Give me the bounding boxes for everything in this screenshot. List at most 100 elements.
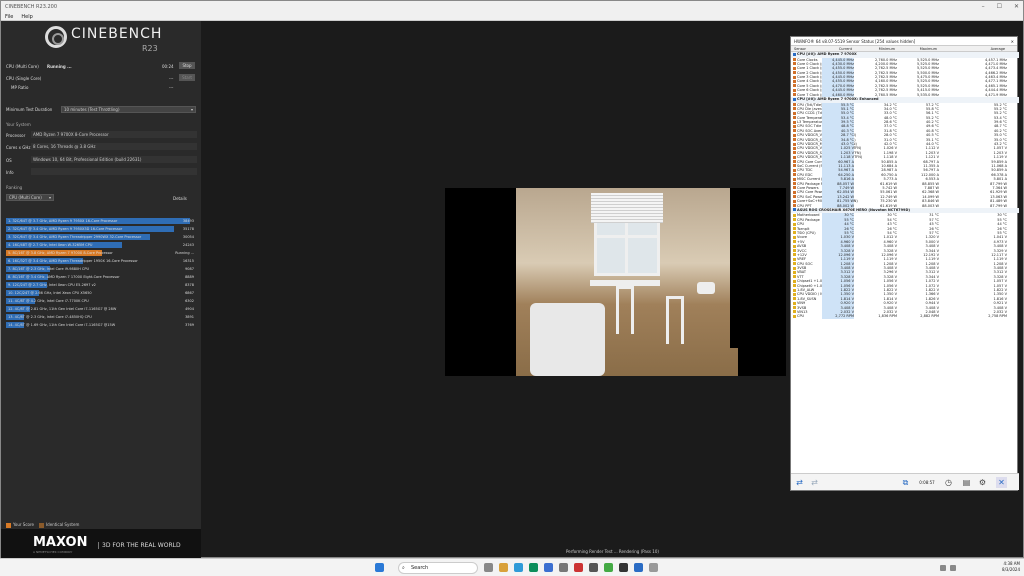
network-icon[interactable]: ⧉	[900, 477, 911, 488]
file-explorer-icon[interactable]	[499, 563, 508, 572]
min-test-select[interactable]: 10 minutes (Test Throttling) ▾	[61, 106, 196, 113]
ranking-row[interactable]: 13. 4C/8T @ 2.3 GHz, Intel Core i7-4850H…	[6, 314, 196, 320]
details-button[interactable]: Details	[173, 196, 187, 201]
ranking-name: 10. 12C/24T @ 2.66 GHz, Intel Xeon CPU X…	[8, 291, 92, 295]
ranking-row[interactable]: 12. 4C/8T @ 2.81 GHz, 11th Gen Intel Cor…	[6, 306, 196, 312]
ranking-row[interactable]: 10. 12C/24T @ 2.66 GHz, Intel Xeon CPU X…	[6, 290, 196, 296]
sensor-icon	[793, 173, 796, 177]
info-label: Info	[6, 170, 14, 175]
sensor-icon	[793, 235, 796, 239]
task-view-icon[interactable]	[484, 563, 493, 572]
sensor-icon	[793, 58, 796, 61]
start-icon[interactable]	[375, 563, 384, 572]
ranking-row[interactable]: 8. 8C/16T @ 3.4 GHz, AMD Ryzen 7 1700X E…	[6, 274, 196, 280]
sensor-name: 3VSB	[797, 305, 807, 310]
sensor-icon	[793, 218, 796, 222]
sensor-icon	[793, 116, 796, 120]
app-icon[interactable]	[559, 563, 568, 572]
clock-icon[interactable]: ◷	[943, 477, 954, 488]
nav-arrows-icon[interactable]: ⇄	[809, 477, 820, 488]
app-icon[interactable]	[589, 563, 598, 572]
sensor-name: ASUS ROG CROSSHAIR X670E HERO (Nuvoton N…	[797, 207, 910, 212]
app-icon[interactable]	[604, 563, 613, 572]
sensor-icon	[793, 146, 796, 150]
sensor-icon	[793, 292, 796, 296]
ranking-row[interactable]: 6. 16C/32T @ 3.4 GHz, AMD Ryzen Threadri…	[6, 258, 196, 264]
menu-file[interactable]: File	[5, 13, 13, 20]
start-button[interactable]: Start	[179, 74, 195, 81]
nav-arrows-icon[interactable]: ⇄	[794, 477, 805, 488]
sensor-row[interactable]: CPU 2,772 RPM 1,836 RPM 2,882 RPM 2,758 RPM	[791, 314, 1019, 319]
sensor-icon	[793, 213, 796, 217]
ranking-name: 9. 12C/24T @ 2.7 GHz, Intel Xeon CPU E5-…	[8, 283, 96, 287]
sensor-icon	[793, 199, 796, 203]
sensor-name: Core Powers	[797, 185, 819, 190]
sensor-value: 1,836 RPM	[878, 314, 897, 319]
search-input[interactable]: ⌕ Search	[398, 562, 478, 574]
ranking-name: 5. 8C/16T @ 3.8 GHz, AMD Ryzen 7 9700X 8…	[8, 251, 113, 255]
min-test-label: Minimum Test Duration	[6, 107, 53, 112]
render-status: Performing Render Test ... Rendering (Pa…	[566, 549, 659, 554]
ranking-row[interactable]: 4. 16C/48T @ 2.7 GHz, Intel Xeon W-3265M…	[6, 242, 196, 248]
ranking-name: 2. 32C/64T @ 3.4 GHz, AMD Ryzen 9 7950X3…	[8, 227, 123, 231]
sensor-name: CPU PPT	[797, 203, 812, 208]
ranking-score: 35178	[182, 227, 194, 231]
menu-help[interactable]: Help	[21, 13, 32, 20]
ranking-row[interactable]: 11. 4C/8T @ 4.2 GHz, Intel Core i7-7700K…	[6, 298, 196, 304]
ranking-row[interactable]: 14. 4C/8T @ 1.69 GHz, 11th Gen Intel Cor…	[6, 322, 196, 328]
close-icon[interactable]: ✕	[1011, 37, 1014, 46]
app-icon[interactable]	[649, 563, 658, 572]
brand-name: CINEBENCH	[71, 26, 163, 42]
minimize-icon[interactable]: –	[982, 1, 985, 13]
ranking-row[interactable]: 9. 12C/24T @ 2.7 GHz, Intel Xeon CPU E5-…	[6, 282, 196, 288]
edge-icon[interactable]	[514, 563, 523, 572]
cinebench-logo-icon	[45, 26, 67, 48]
report-icon[interactable]: ▤	[961, 477, 972, 488]
close-icon[interactable]: ✕	[1014, 1, 1019, 13]
gear-icon[interactable]: ⚙	[977, 477, 988, 488]
sensor-value: 2,758 RPM	[988, 314, 1007, 319]
network-tray-icon[interactable]	[940, 565, 946, 571]
volume-tray-icon[interactable]	[950, 565, 956, 571]
store-icon[interactable]	[544, 563, 553, 572]
close-icon[interactable]: ✕	[996, 477, 1007, 488]
slogan: 3D FOR THE REAL WORLD	[98, 542, 181, 549]
ranking-row[interactable]: 7. 8C/16T @ 2.3 GHz, Intel Core i9-9880H…	[6, 266, 196, 272]
info-field[interactable]	[31, 168, 197, 175]
sensor-name: CPU	[797, 314, 805, 319]
ranking-select[interactable]: CPU (Multi Core) ▾	[6, 194, 54, 201]
sensor-icon	[793, 182, 796, 186]
maximize-icon[interactable]: ☐	[997, 1, 1002, 13]
cores-value: 8 Cores, 16 Threads @ 3.8 GHz	[31, 143, 197, 150]
sensor-name: CPU (Tctl/Tdie)	[797, 102, 823, 107]
sensor-icon	[793, 107, 796, 111]
chip-icon	[793, 208, 796, 212]
hwinfo-taskbar-icon[interactable]	[634, 563, 643, 572]
sensor-name: 1.8V_ALW	[797, 288, 815, 293]
stop-button[interactable]: Stop	[179, 62, 195, 69]
sensor-name: Vcore	[797, 235, 807, 240]
ranking-row[interactable]: 2. 32C/64T @ 3.4 GHz, AMD Ryzen 9 7950X3…	[6, 226, 196, 232]
cinebench-taskbar-icon[interactable]	[619, 563, 628, 572]
taskbar-clock[interactable]: 4:38 AM 8/3/2024	[1002, 561, 1020, 573]
ranking-score: 8378	[185, 283, 194, 287]
sensor-name: CPU Package	[797, 217, 820, 222]
ranking-score: 24243	[182, 243, 194, 247]
ranking-row[interactable]: 3. 32C/64T @ 3.4 GHz, AMD Ryzen Threadri…	[6, 234, 196, 240]
taskbar: ⌕ Search 4:38 AM 8/3/2024	[0, 558, 1024, 576]
processor-value: AMD Ryzen 7 9700X 8-Core Processor	[31, 131, 197, 138]
ranking-heading: Ranking	[6, 185, 23, 190]
ranking-row[interactable]: 1. 32C/64T @ 3.7 GHz, AMD Ryzen 9 7950X …	[6, 218, 196, 224]
chip-icon	[793, 97, 796, 101]
legend-label: Identical System	[46, 522, 80, 527]
browser-icon[interactable]	[529, 563, 538, 572]
sensor-icon	[793, 222, 796, 226]
multi-core-status: Running ...	[47, 64, 72, 69]
app-icon[interactable]	[574, 563, 583, 572]
ranking-score: Running ...	[175, 251, 194, 255]
sensor-name: AVSB	[797, 244, 807, 249]
sensor-icon	[793, 195, 796, 199]
render-lamp-object	[697, 282, 715, 294]
hwinfo-sensor-list[interactable]: CPU [#0]: AMD Ryzen 7 9700X Core Clocks 4,…	[791, 52, 1019, 475]
ranking-row[interactable]: 5. 8C/16T @ 3.8 GHz, AMD Ryzen 7 9700X 8…	[6, 250, 196, 256]
